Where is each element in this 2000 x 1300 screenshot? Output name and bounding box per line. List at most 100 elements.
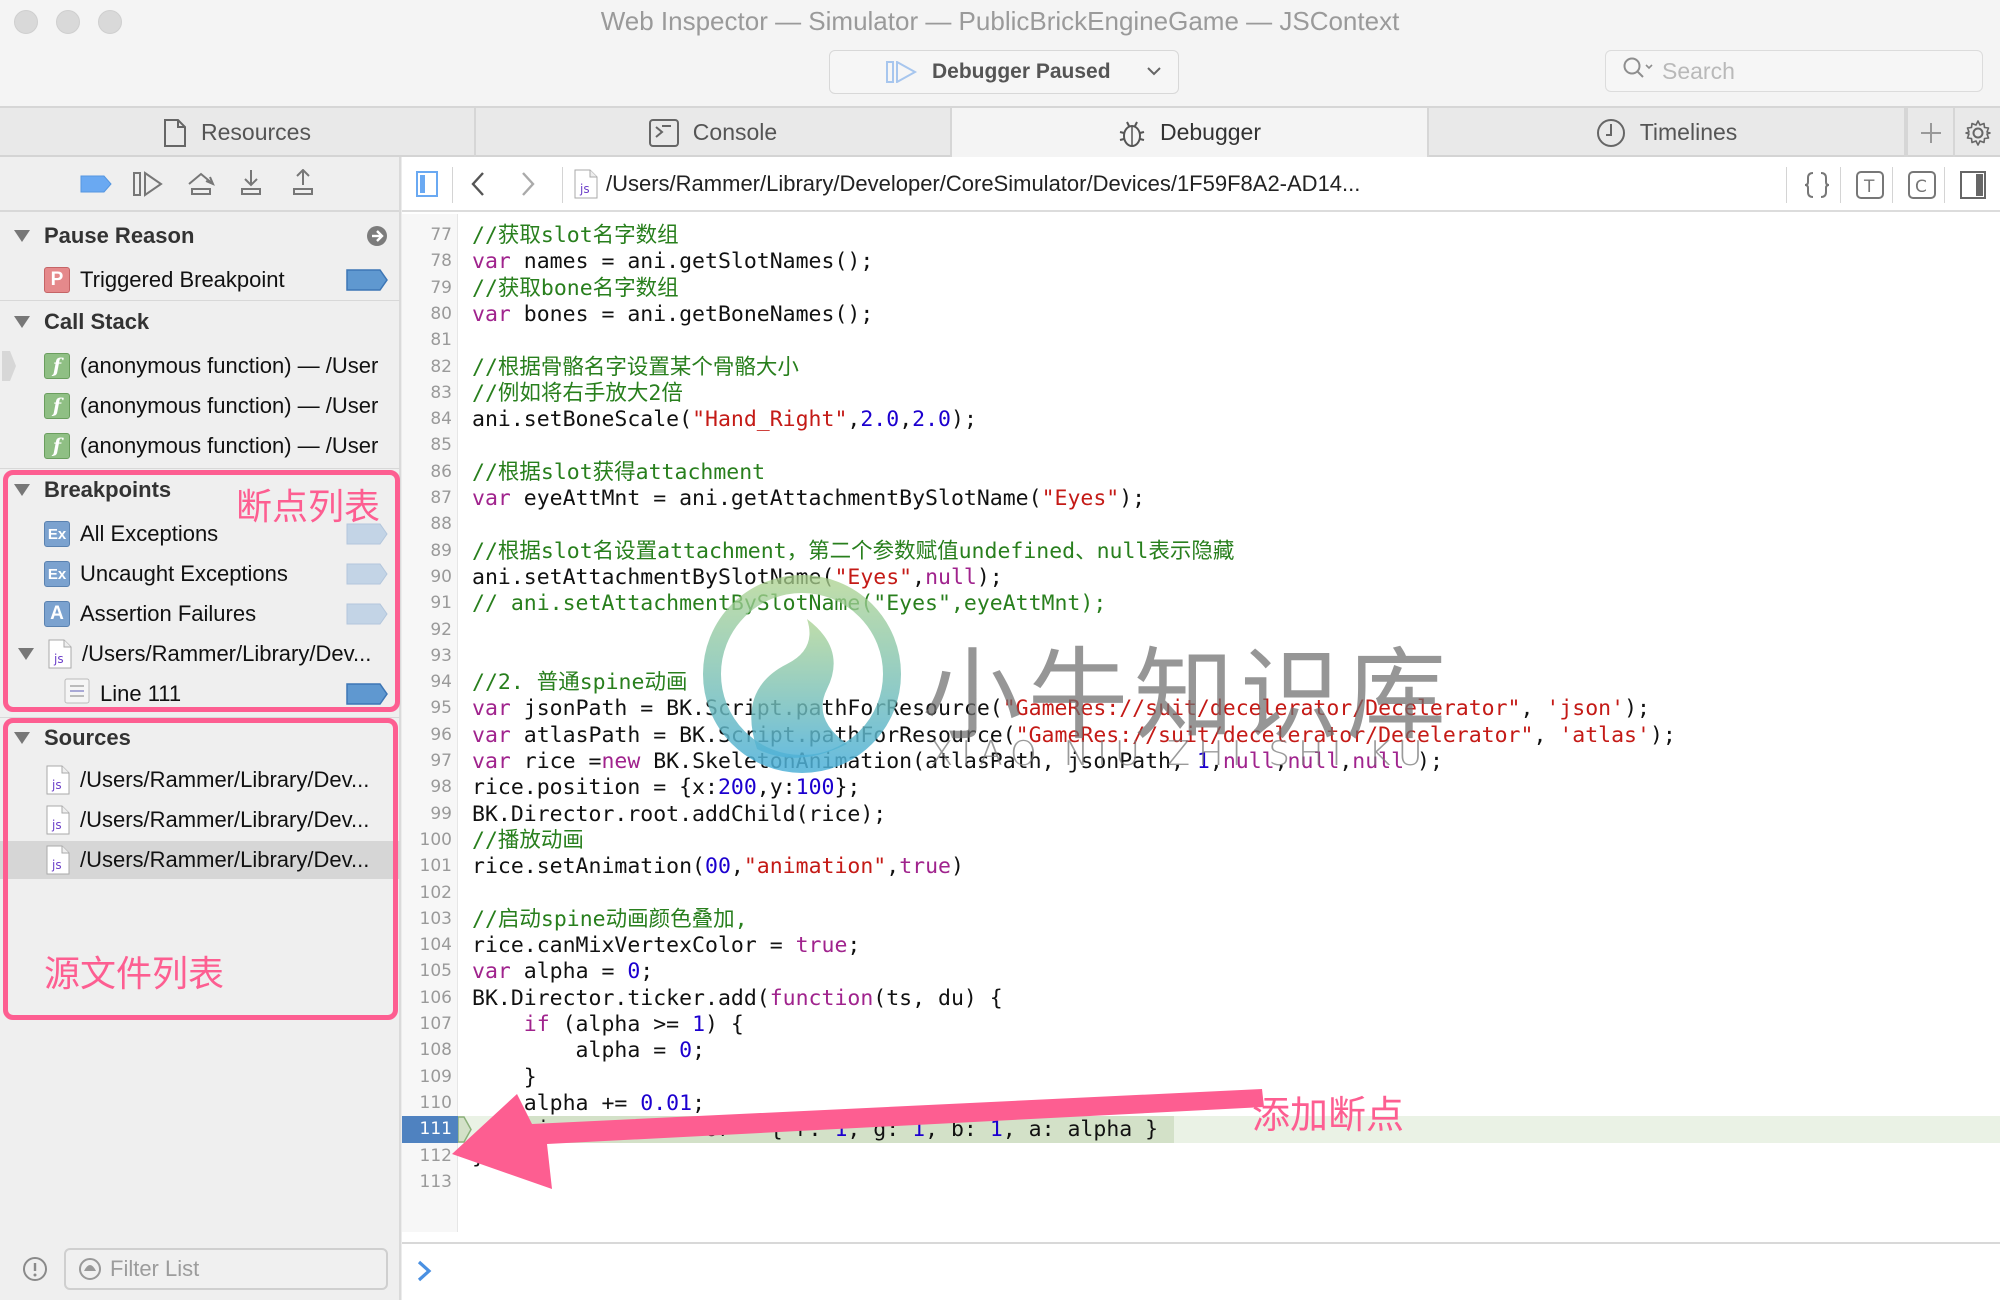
line-number[interactable]: 108 xyxy=(402,1040,452,1060)
divider xyxy=(1892,167,1893,203)
code-coverage-button[interactable]: C xyxy=(1908,171,1936,199)
call-stack-frame[interactable]: f (anonymous function) — /User xyxy=(0,347,400,385)
line-number[interactable]: 96 xyxy=(402,725,452,745)
breakpoints-toggle-button[interactable] xyxy=(80,175,112,198)
frame-label: (anonymous function) — /User xyxy=(80,433,379,458)
line-number[interactable]: 104 xyxy=(402,935,452,955)
type-profiler-button[interactable]: T xyxy=(1856,171,1884,199)
filter-field[interactable] xyxy=(64,1248,388,1290)
line-number[interactable]: 103 xyxy=(402,909,452,929)
step-over-button[interactable] xyxy=(186,171,216,202)
breakpoint-line-number[interactable]: 111 xyxy=(402,1116,458,1144)
toggle-details-sidebar-button[interactable] xyxy=(1960,171,1986,199)
tab-resources[interactable]: Resources xyxy=(0,108,476,157)
line-number[interactable]: 78 xyxy=(402,251,452,271)
code-line: 103 //启动spine动画颜色叠加, xyxy=(402,906,2000,933)
tab-debugger[interactable]: Debugger xyxy=(952,108,1429,157)
line-number[interactable]: 88 xyxy=(402,514,452,534)
tab-console[interactable]: Console xyxy=(476,108,952,157)
pause-reason-header[interactable]: Pause Reason xyxy=(0,219,400,253)
code-line: 78 var names = ani.getSlotNames(); xyxy=(402,248,2000,275)
code-line: 91 // ani.setAttachmentBySlotName("Eyes",… xyxy=(402,590,2000,617)
line-number[interactable]: 80 xyxy=(402,304,452,324)
document-icon xyxy=(163,118,187,147)
line-number[interactable]: 90 xyxy=(402,567,452,587)
line-number[interactable]: 112 xyxy=(402,1146,452,1166)
line-number[interactable]: 81 xyxy=(402,330,452,350)
line-number[interactable]: 102 xyxy=(402,883,452,903)
call-stack-frame[interactable]: f (anonymous function) — /User xyxy=(0,387,400,425)
line-number[interactable]: 100 xyxy=(402,830,452,850)
line-number[interactable]: 99 xyxy=(402,804,452,824)
resume-button[interactable] xyxy=(132,171,164,202)
forward-button[interactable] xyxy=(520,171,536,197)
filter-input[interactable] xyxy=(110,1256,360,1282)
debugger-status-dropdown[interactable]: Debugger Paused xyxy=(829,50,1179,94)
code-text: //根据骨骼名字设置某个骨骼大小 xyxy=(472,354,799,380)
line-number[interactable]: 97 xyxy=(402,751,452,771)
tab-timelines[interactable]: Timelines xyxy=(1429,108,1906,157)
line-number[interactable]: 87 xyxy=(402,488,452,508)
code-line: 97 var rice =new BK.SkeletonAnimation(atl… xyxy=(402,748,2000,775)
go-to-arrow-icon[interactable] xyxy=(366,225,388,252)
line-number[interactable]: 106 xyxy=(402,988,452,1008)
code-text: alpha = 0; xyxy=(472,1038,706,1064)
code-line: 104 rice.canMixVertexColor = true; xyxy=(402,932,2000,959)
line-number[interactable]: 113 xyxy=(402,1172,452,1192)
js-file-icon: js xyxy=(574,169,598,199)
line-number[interactable]: 83 xyxy=(402,383,452,403)
toggle-sidebar-button[interactable] xyxy=(416,171,438,197)
filter-options-icon[interactable] xyxy=(22,1256,48,1287)
line-number[interactable]: 98 xyxy=(402,777,452,797)
line-number[interactable]: 105 xyxy=(402,961,452,981)
code-text: alpha += 0.01; xyxy=(472,1090,706,1116)
line-number[interactable]: 77 xyxy=(402,225,452,245)
line-number[interactable]: 91 xyxy=(402,593,452,613)
code-line: 108 alpha = 0; xyxy=(402,1037,2000,1064)
web-inspector-window: Web Inspector — Simulator — PublicBrickE… xyxy=(0,0,2000,1300)
section-title: Call Stack xyxy=(44,309,150,334)
console-prompt-area[interactable] xyxy=(402,1242,2000,1300)
code-text: rice.position = {x:200,y:100}; xyxy=(472,775,861,801)
code-text: //获取slot名字数组 xyxy=(472,223,679,248)
line-number[interactable]: 79 xyxy=(402,278,452,298)
pretty-print-button[interactable] xyxy=(1804,171,1830,199)
line-number[interactable]: 95 xyxy=(402,698,452,718)
back-button[interactable] xyxy=(470,171,486,197)
line-number[interactable]: 85 xyxy=(402,435,452,455)
coverage-c-icon: C xyxy=(1908,171,1936,199)
disclosure-triangle-icon xyxy=(14,230,30,242)
file-path[interactable]: /Users/Rammer/Library/Developer/CoreSimu… xyxy=(606,171,1360,197)
pause-reason-item[interactable]: P Triggered Breakpoint xyxy=(0,261,400,299)
svg-text:C: C xyxy=(1915,177,1927,197)
code-text: BK.Director.root.addChild(rice); xyxy=(472,801,887,827)
search-field[interactable] xyxy=(1605,50,1983,92)
line-number[interactable]: 94 xyxy=(402,672,452,692)
code-text: //启动spine动画颜色叠加, xyxy=(472,906,748,932)
search-icon xyxy=(1622,56,1656,86)
line-number[interactable]: 84 xyxy=(402,409,452,429)
divider xyxy=(1840,167,1841,203)
new-tab-button[interactable] xyxy=(1906,108,1953,157)
line-number[interactable]: 107 xyxy=(402,1014,452,1034)
clock-icon xyxy=(1596,118,1626,148)
step-into-button[interactable] xyxy=(240,169,262,202)
call-stack-frame[interactable]: f (anonymous function) — /User xyxy=(0,427,400,465)
step-out-button[interactable] xyxy=(292,168,314,202)
pause-reason-label: Triggered Breakpoint xyxy=(80,267,285,292)
line-number[interactable]: 82 xyxy=(402,357,452,377)
settings-button[interactable] xyxy=(1953,108,2000,157)
code-line: 84 ani.setBoneScale("Hand_Right",2.0,2.0)… xyxy=(402,406,2000,433)
line-number[interactable]: 110 xyxy=(402,1093,452,1113)
line-number[interactable]: 89 xyxy=(402,541,452,561)
line-number[interactable]: 101 xyxy=(402,856,452,876)
code-text: rice.canMixVertexColor = true; xyxy=(472,933,861,959)
call-stack-header[interactable]: Call Stack xyxy=(0,305,400,339)
line-number[interactable]: 86 xyxy=(402,462,452,482)
bug-icon xyxy=(1118,118,1146,148)
line-number[interactable]: 109 xyxy=(402,1067,452,1087)
code-editor[interactable]: 77 //获取slot名字数组 78 var names = ani.getSlotN… xyxy=(402,214,2000,1232)
search-input[interactable] xyxy=(1662,57,1962,85)
line-number[interactable]: 92 xyxy=(402,620,452,640)
line-number[interactable]: 93 xyxy=(402,646,452,666)
